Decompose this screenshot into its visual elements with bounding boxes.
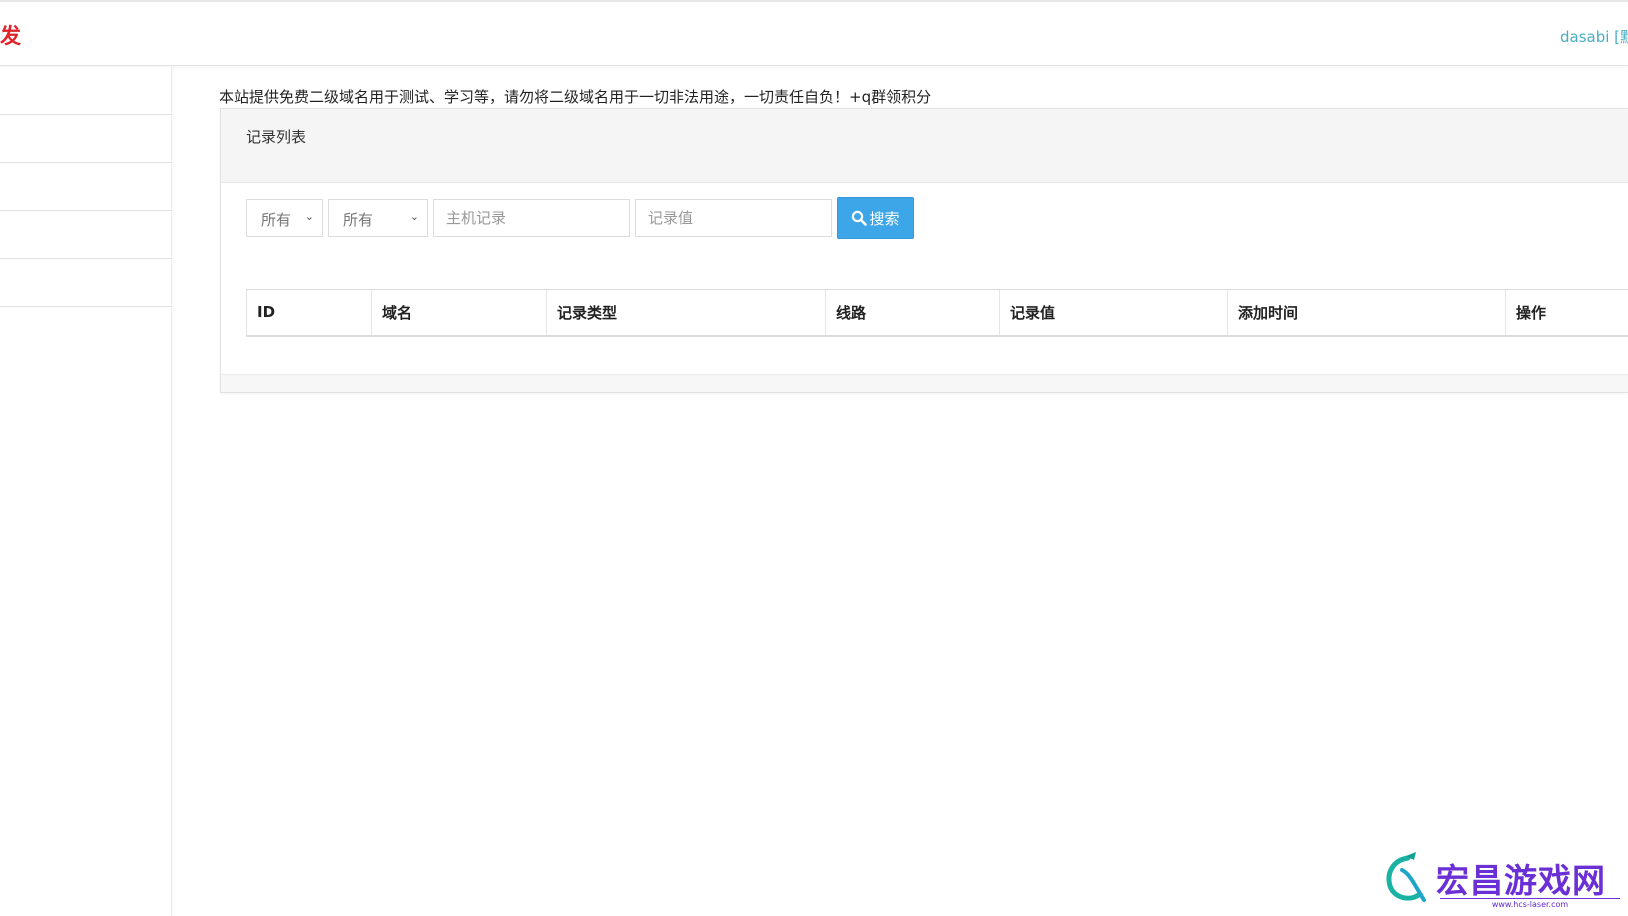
watermark-text: 宏昌游戏网 bbox=[1436, 861, 1606, 900]
sidebar-item-1[interactable] bbox=[0, 67, 171, 115]
panel-title: 记录列表 bbox=[221, 109, 1628, 183]
sidebar-item-2[interactable] bbox=[0, 115, 171, 163]
host-record-input[interactable] bbox=[433, 199, 630, 237]
column-header-actions: 操作 bbox=[1505, 289, 1628, 337]
chevron-down-icon: ⌄ bbox=[304, 210, 314, 223]
column-header-line[interactable]: 线路 bbox=[825, 289, 1000, 337]
column-header-record-value[interactable]: 记录值 bbox=[999, 289, 1228, 337]
records-table: ID 域名 记录类型 线路 记录值 添加时间 操作 bbox=[246, 289, 1628, 337]
search-button-label: 搜索 bbox=[869, 210, 900, 228]
column-header-added-time[interactable]: 添加时间 bbox=[1227, 289, 1506, 337]
record-value-input[interactable] bbox=[635, 199, 832, 237]
records-panel: 记录列表 所有 ⌄ 所有 ⌄ 搜索 bbox=[220, 108, 1628, 393]
search-icon bbox=[852, 210, 868, 226]
record-type-select[interactable]: 所有 ⌄ bbox=[246, 199, 323, 237]
site-notice: 本站提供免费二级域名用于测试、学习等，请勿将二级域名用于一切非法用途，一切责任自… bbox=[219, 88, 932, 106]
column-header-domain[interactable]: 域名 bbox=[371, 289, 547, 337]
panel-footer bbox=[221, 374, 1628, 392]
sidebar-item-5[interactable] bbox=[0, 259, 171, 307]
sidebar-item-3[interactable] bbox=[0, 163, 171, 211]
dragon-logo-icon bbox=[1386, 852, 1426, 902]
page: 发 dasabi [默 本站提供免费二级域名用于测试、学习等，请勿将二级域名用于… bbox=[0, 0, 1628, 916]
line-select-value: 所有 bbox=[343, 211, 374, 229]
column-header-id[interactable]: ID bbox=[246, 289, 372, 337]
chevron-down-icon: ⌄ bbox=[409, 210, 419, 223]
brand-logo-text[interactable]: 发 bbox=[0, 20, 21, 50]
record-type-select-value: 所有 bbox=[261, 211, 292, 229]
sidebar-item-4[interactable] bbox=[0, 211, 171, 259]
user-menu-link[interactable]: dasabi [默 bbox=[1560, 26, 1628, 47]
table-header-row: ID 域名 记录类型 线路 记录值 添加时间 操作 bbox=[246, 289, 1628, 337]
watermark-url: www.hcs-laser.com bbox=[1440, 898, 1620, 909]
sidebar bbox=[0, 67, 172, 916]
search-button[interactable]: 搜索 bbox=[837, 197, 914, 239]
watermark: 宏昌游戏网 www.hcs-laser.com bbox=[1380, 850, 1625, 912]
line-select[interactable]: 所有 ⌄ bbox=[328, 199, 428, 237]
top-navbar: 发 dasabi [默 bbox=[0, 0, 1628, 66]
column-header-record-type[interactable]: 记录类型 bbox=[546, 289, 826, 337]
